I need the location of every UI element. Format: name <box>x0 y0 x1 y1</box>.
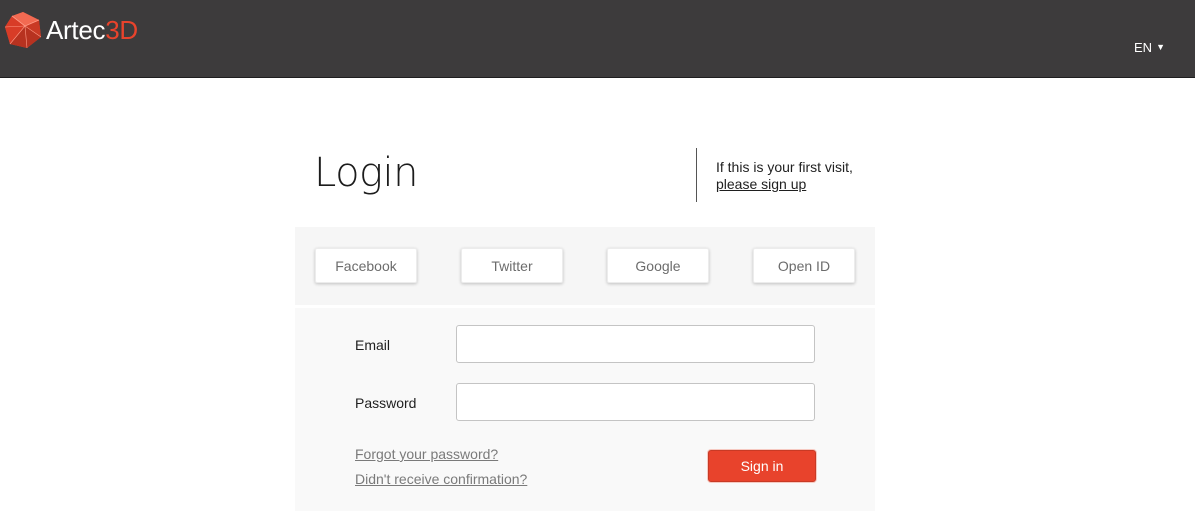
logo-word: Artec <box>46 15 106 45</box>
artec-logo-icon <box>4 12 42 49</box>
forgot-password-link[interactable]: Forgot your password? <box>355 446 498 462</box>
twitter-login-button[interactable]: Twitter <box>461 248 563 283</box>
sign-up-link[interactable]: please sign up <box>716 176 806 193</box>
sign-in-button[interactable]: Sign in <box>708 450 816 482</box>
page-title: Login <box>314 150 419 196</box>
first-visit-text: If this is your first visit, <box>716 159 853 175</box>
password-label: Password <box>355 395 417 411</box>
top-navigation-bar: Artec3D EN ▼ <box>0 0 1195 78</box>
resend-confirmation-link[interactable]: Didn't receive confirmation? <box>355 471 527 487</box>
social-login-panel: Facebook Twitter Google Open ID <box>295 227 875 305</box>
language-label: EN <box>1134 40 1153 55</box>
openid-login-button[interactable]: Open ID <box>753 248 855 283</box>
language-selector[interactable]: EN ▼ <box>1134 40 1165 55</box>
google-login-button[interactable]: Google <box>607 248 709 283</box>
facebook-login-button[interactable]: Facebook <box>315 248 417 283</box>
password-input[interactable] <box>456 383 815 421</box>
vertical-divider <box>696 148 697 202</box>
login-form: Email Password Forgot your password? Did… <box>295 308 875 511</box>
email-label: Email <box>355 337 391 353</box>
first-visit-note: If this is your first visit, please sign… <box>716 159 853 193</box>
logo-accent: 3D <box>105 15 138 45</box>
logo-text: Artec3D <box>46 10 138 50</box>
email-input[interactable] <box>456 325 815 363</box>
artec-logo[interactable]: Artec3D <box>4 10 138 50</box>
caret-down-icon: ▼ <box>1156 42 1165 52</box>
